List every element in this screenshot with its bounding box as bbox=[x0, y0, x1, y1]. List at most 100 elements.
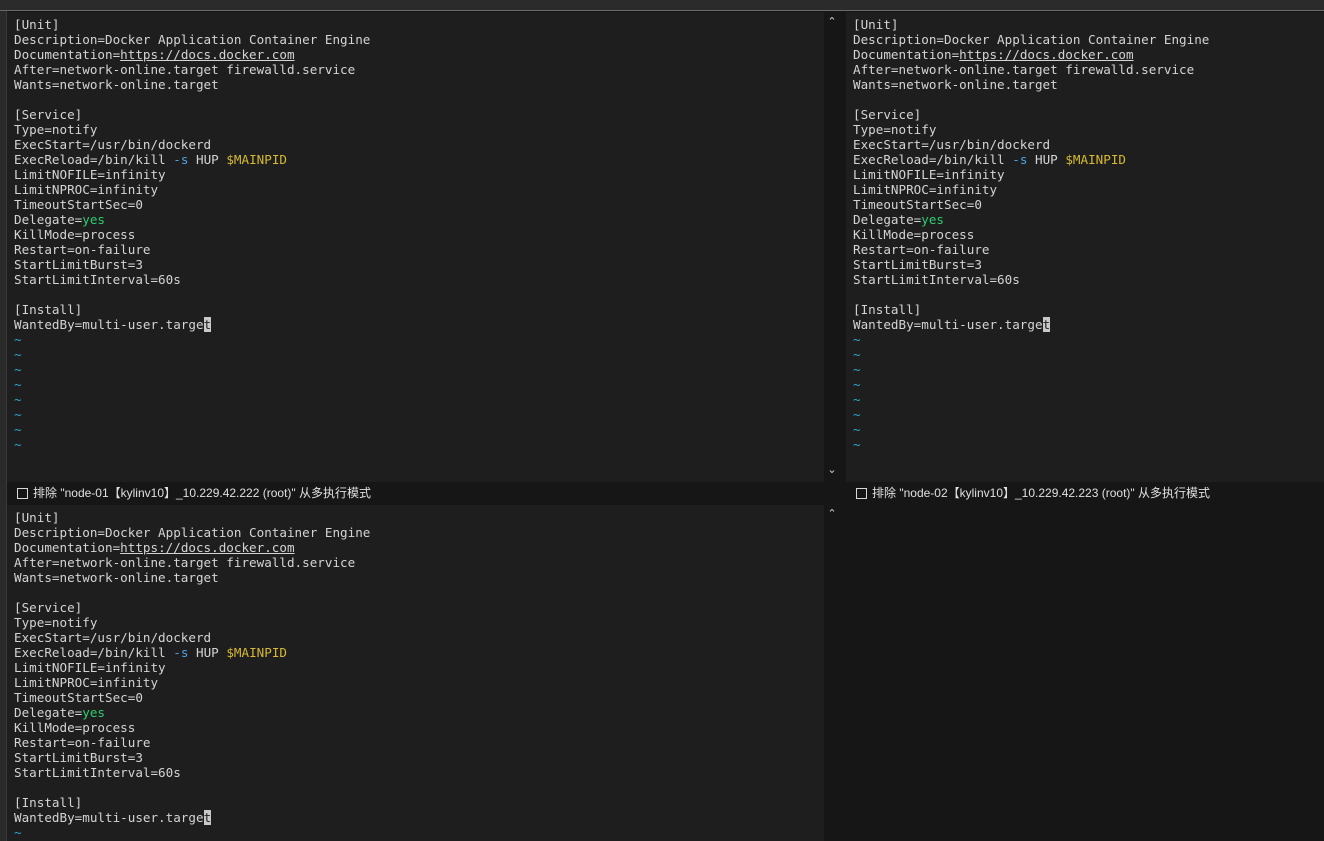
terminal-line: Restart=on-failure bbox=[14, 735, 370, 750]
line-text: LimitNOFILE=infinity bbox=[853, 167, 1005, 182]
line-text: Wants=network-online.target bbox=[14, 77, 219, 92]
tilde-marker: ~ bbox=[14, 392, 22, 407]
terminal-line: [Install] bbox=[14, 795, 370, 810]
line-text: WantedBy=multi-user.targe bbox=[853, 317, 1043, 332]
window-top-border bbox=[0, 0, 1324, 11]
line-text: Restart=on-failure bbox=[14, 735, 151, 750]
line-text: [Install] bbox=[14, 795, 83, 810]
terminal-line: TimeoutStartSec=0 bbox=[853, 197, 1209, 212]
line-text: Documentation= bbox=[14, 540, 121, 555]
tilde-marker: ~ bbox=[853, 422, 861, 437]
line-text: After=network-online.target firewalld.se… bbox=[14, 62, 356, 77]
line-text: StartLimitInterval=60s bbox=[14, 272, 181, 287]
tilde-marker: ~ bbox=[14, 347, 22, 362]
exclude-node-02-bar: 排除 "node-02【kylinv10】_10.229.42.223 (roo… bbox=[856, 482, 1324, 504]
checkbox-icon[interactable] bbox=[856, 488, 867, 499]
terminal-line: ExecReload=/bin/kill -s HUP $MAINPID bbox=[853, 152, 1209, 167]
exclude-node-01-label[interactable]: 排除 "node-01【kylinv10】_10.229.42.222 (roo… bbox=[33, 482, 371, 504]
documentation-link[interactable]: https://docs.docker.com bbox=[120, 47, 294, 62]
line-text: yes bbox=[921, 212, 944, 227]
line-text: KillMode=process bbox=[14, 227, 136, 242]
line-text: LimitNPROC=infinity bbox=[14, 182, 159, 197]
terminal-line: [Unit] bbox=[14, 17, 370, 32]
terminal-line: [Service] bbox=[853, 107, 1209, 122]
terminal-pane-node-01[interactable]: [Unit] Description=Docker Application Con… bbox=[7, 12, 824, 482]
line-text: [Service] bbox=[14, 600, 83, 615]
terminal-line: ~ bbox=[853, 392, 1209, 407]
line-text: ExecStart=/usr/bin/dockerd bbox=[14, 137, 212, 152]
line-text: [Install] bbox=[14, 302, 83, 317]
line-text: ExecReload=/bin/kill bbox=[14, 152, 174, 167]
line-text: TimeoutStartSec=0 bbox=[14, 690, 143, 705]
line-text: [Install] bbox=[853, 302, 922, 317]
exclude-node-02-label[interactable]: 排除 "node-02【kylinv10】_10.229.42.223 (roo… bbox=[872, 482, 1210, 504]
terminal-line: ExecStart=/usr/bin/dockerd bbox=[14, 630, 370, 645]
terminal-line: Wants=network-online.target bbox=[853, 77, 1209, 92]
line-text: ExecStart=/usr/bin/dockerd bbox=[853, 137, 1051, 152]
line-text: LimitNOFILE=infinity bbox=[14, 660, 166, 675]
tilde-marker: ~ bbox=[853, 392, 861, 407]
tilde-marker: ~ bbox=[853, 347, 861, 362]
tilde-marker: ~ bbox=[853, 362, 861, 377]
chevron-down-icon[interactable]: ⌄ bbox=[825, 464, 839, 476]
terminal-line: KillMode=process bbox=[14, 227, 370, 242]
terminal-line: LimitNOFILE=infinity bbox=[14, 167, 370, 182]
line-text: Type=notify bbox=[14, 122, 98, 137]
terminal-line: KillMode=process bbox=[853, 227, 1209, 242]
terminal-line: StartLimitBurst=3 bbox=[853, 257, 1209, 272]
terminal-line: Type=notify bbox=[853, 122, 1209, 137]
line-text: yes bbox=[82, 212, 105, 227]
line-text: Delegate= bbox=[853, 212, 922, 227]
tilde-marker: ~ bbox=[14, 825, 22, 840]
terminal-line: ExecReload=/bin/kill -s HUP $MAINPID bbox=[14, 152, 370, 167]
terminal-line: [Unit] bbox=[853, 17, 1209, 32]
line-text: -s bbox=[173, 152, 189, 167]
terminal-line: ~ bbox=[853, 332, 1209, 347]
terminal-line: Restart=on-failure bbox=[14, 242, 370, 257]
line-text: StartLimitInterval=60s bbox=[14, 765, 181, 780]
line-text: ExecStart=/usr/bin/dockerd bbox=[14, 630, 212, 645]
terminal-line: ~ bbox=[853, 407, 1209, 422]
terminal-line: Wants=network-online.target bbox=[14, 570, 370, 585]
line-text: Delegate= bbox=[14, 212, 83, 227]
checkbox-icon[interactable] bbox=[17, 488, 28, 499]
line-text: KillMode=process bbox=[14, 720, 136, 735]
terminal-window: [Unit] Description=Docker Application Con… bbox=[0, 0, 1324, 841]
terminal-pane-node-02[interactable]: [Unit] Description=Docker Application Con… bbox=[846, 12, 1324, 482]
line-text: LimitNPROC=infinity bbox=[14, 675, 159, 690]
terminal-line: ~ bbox=[14, 392, 370, 407]
documentation-link[interactable]: https://docs.docker.com bbox=[959, 47, 1133, 62]
terminal-line: StartLimitBurst=3 bbox=[14, 750, 370, 765]
terminal-line: TimeoutStartSec=0 bbox=[14, 197, 370, 212]
line-text: HUP bbox=[1027, 152, 1066, 167]
terminal-line: ~ bbox=[853, 347, 1209, 362]
tilde-marker: ~ bbox=[853, 332, 861, 347]
terminal-line: WantedBy=multi-user.target bbox=[853, 317, 1209, 332]
line-text: Description=Docker Application Container… bbox=[14, 525, 371, 540]
terminal-line: Description=Docker Application Container… bbox=[14, 32, 370, 47]
tilde-marker: ~ bbox=[14, 377, 22, 392]
line-text: HUP bbox=[188, 152, 227, 167]
terminal-line: ~ bbox=[14, 332, 370, 347]
tilde-marker: ~ bbox=[14, 332, 22, 347]
line-text: KillMode=process bbox=[853, 227, 975, 242]
terminal-line: Wants=network-online.target bbox=[14, 77, 370, 92]
exclude-node-01-bar: 排除 "node-01【kylinv10】_10.229.42.222 (roo… bbox=[17, 482, 827, 504]
terminal-line: LimitNPROC=infinity bbox=[14, 182, 370, 197]
line-text: Type=notify bbox=[853, 122, 937, 137]
line-text: StartLimitBurst=3 bbox=[853, 257, 982, 272]
line-text: Delegate= bbox=[14, 705, 83, 720]
line-text: yes bbox=[82, 705, 105, 720]
terminal-line: ~ bbox=[14, 422, 370, 437]
terminal-line: [Install] bbox=[853, 302, 1209, 317]
line-text: HUP bbox=[188, 645, 227, 660]
chevron-up-icon[interactable]: ⌃ bbox=[825, 16, 839, 28]
terminal-line: StartLimitInterval=60s bbox=[14, 765, 370, 780]
terminal-line: ~ bbox=[853, 422, 1209, 437]
chevron-up-icon[interactable]: ⌃ bbox=[825, 508, 839, 520]
documentation-link[interactable]: https://docs.docker.com bbox=[120, 540, 294, 555]
terminal-line: After=network-online.target firewalld.se… bbox=[14, 62, 370, 77]
terminal-pane-node-03[interactable]: [Unit] Description=Docker Application Con… bbox=[7, 505, 824, 841]
